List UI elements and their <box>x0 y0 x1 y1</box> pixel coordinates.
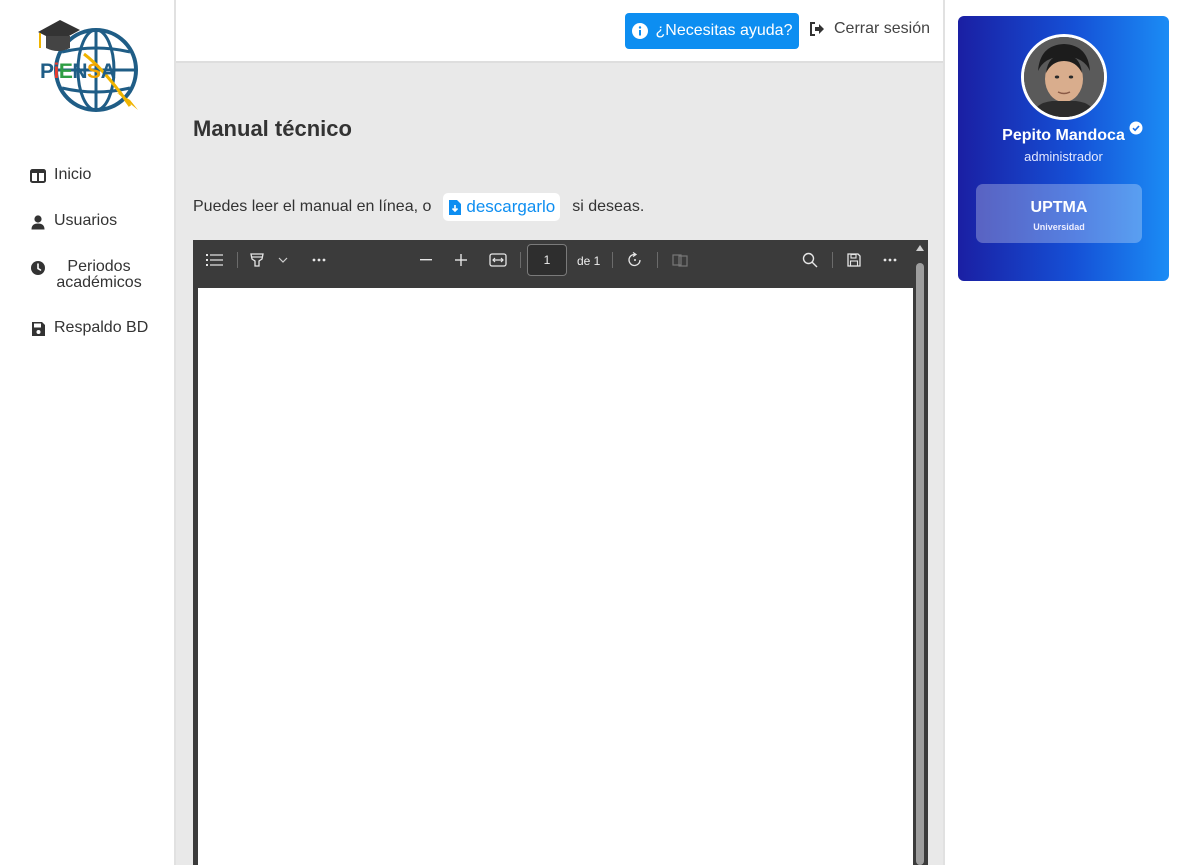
page-count: de 1 <box>577 254 601 268</box>
chevron-down-icon[interactable] <box>273 250 293 270</box>
pdf-viewer: 1 de 1 <box>193 240 928 865</box>
pdf-toolbar: 1 de 1 <box>193 240 913 281</box>
zoom-out-icon[interactable] <box>416 250 436 270</box>
logout-button[interactable]: Cerrar sesión <box>809 20 930 38</box>
logout-label: Cerrar sesión <box>834 20 931 37</box>
institution-type: Universidad <box>1033 222 1085 232</box>
sidebar-item-periodos[interactable]: Periodos académicos <box>30 259 170 291</box>
save-icon[interactable] <box>844 250 864 270</box>
piensa-logo[interactable]: PiENSA <box>34 14 142 118</box>
sidebar: PiENSA Inicio Usuarios Periodos académic… <box>0 0 176 865</box>
sidebar-item-usuarios[interactable]: Usuarios <box>30 213 170 230</box>
profile-role: administrador <box>1024 149 1103 164</box>
more-options-icon[interactable] <box>309 250 329 270</box>
info-circle-icon <box>631 23 648 39</box>
download-link[interactable]: descargarlo <box>443 193 561 221</box>
verified-badge-icon <box>1129 121 1143 135</box>
floppy-disk-icon <box>30 321 46 337</box>
pdf-scrollbar[interactable] <box>913 240 928 865</box>
sidebar-item-respaldo[interactable]: Respaldo BD <box>30 320 170 337</box>
intro-before: Puedes leer el manual en línea, o <box>193 198 432 215</box>
more-options-icon[interactable] <box>880 250 900 270</box>
search-icon[interactable] <box>800 250 820 270</box>
zoom-in-icon[interactable] <box>451 250 471 270</box>
logo-text: PiENSA <box>40 60 116 83</box>
pdf-page[interactable] <box>198 288 913 865</box>
clock-icon <box>30 260 46 276</box>
highlighter-icon[interactable] <box>247 250 267 270</box>
institution-card[interactable]: UPTMA Universidad <box>976 184 1142 243</box>
institution-name: UPTMA <box>1030 199 1088 216</box>
download-link-label: descargarlo <box>466 197 556 216</box>
scrollbar-thumb[interactable] <box>916 263 924 865</box>
main-content: ¿Necesitas ayuda? Cerrar sesión Manual t… <box>176 0 945 865</box>
avatar[interactable] <box>1021 34 1107 120</box>
page-view-icon[interactable] <box>670 250 690 270</box>
rotate-icon[interactable] <box>625 250 645 270</box>
sidebar-item-label: Inicio <box>54 166 92 183</box>
fit-width-icon[interactable] <box>488 250 508 270</box>
help-button[interactable]: ¿Necesitas ayuda? <box>625 13 799 49</box>
profile-card: Pepito Mandoca administrador UPTMA Unive… <box>958 16 1169 281</box>
sidebar-item-label: Respaldo BD <box>54 319 149 336</box>
sidebar-nav: Inicio Usuarios Periodos académicos Resp… <box>30 167 170 366</box>
user-icon <box>30 214 46 230</box>
sign-out-icon <box>809 21 825 37</box>
page-number-input[interactable]: 1 <box>527 244 567 276</box>
top-bar: ¿Necesitas ayuda? Cerrar sesión <box>176 0 943 63</box>
sidebar-item-inicio[interactable]: Inicio <box>30 167 170 184</box>
scroll-up-icon[interactable] <box>916 245 924 251</box>
contents-list-icon[interactable] <box>205 250 225 270</box>
intro-text: Puedes leer el manual en línea, o descar… <box>193 193 644 221</box>
intro-after: si deseas. <box>572 198 645 215</box>
file-download-icon <box>448 199 462 216</box>
page-title: Manual técnico <box>193 116 352 141</box>
user-photo-icon <box>1024 37 1104 117</box>
sidebar-item-label: Usuarios <box>54 212 118 229</box>
sidebar-item-label: Periodos académicos <box>56 258 142 291</box>
help-button-label: ¿Necesitas ayuda? <box>655 22 793 39</box>
table-columns-icon <box>30 168 46 184</box>
